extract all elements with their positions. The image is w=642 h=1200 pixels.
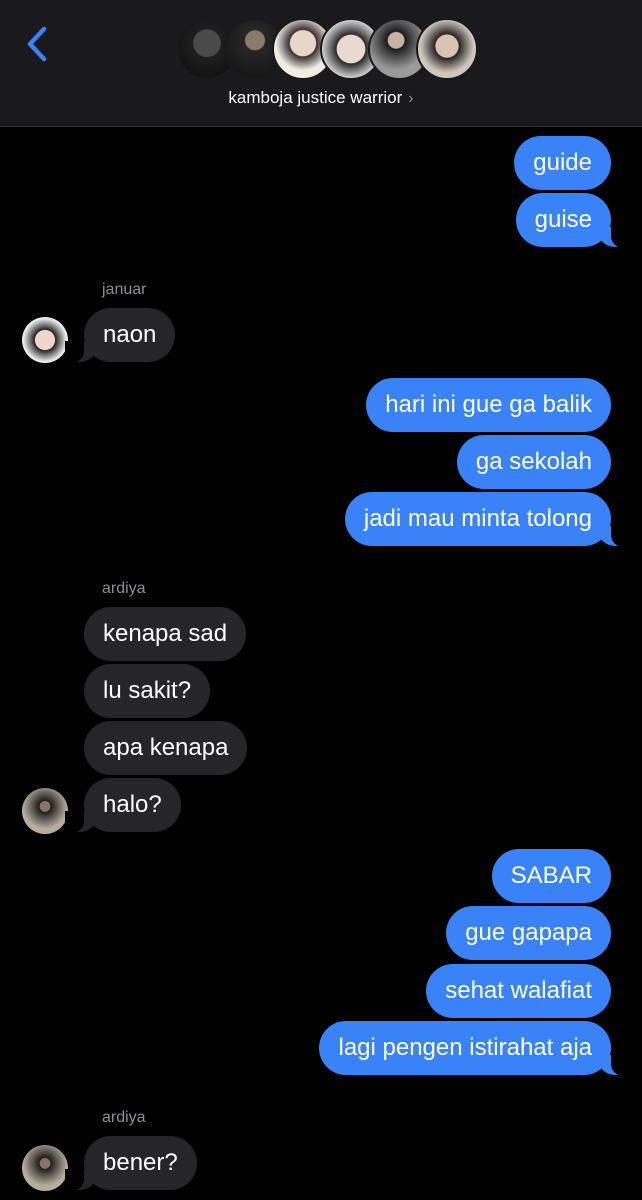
message-bubble-incoming[interactable]: apa kenapa [84, 721, 248, 775]
member-avatar [416, 18, 478, 80]
group-name: kamboja justice warrior [228, 88, 403, 107]
chevron-right-icon: › [408, 90, 414, 107]
message-bubble-outgoing[interactable]: sehat walafiat [426, 964, 611, 1018]
sender-avatar [22, 788, 68, 834]
message-bubble-outgoing[interactable]: guide [514, 136, 611, 190]
message-bubble-outgoing[interactable]: SABAR [491, 849, 611, 903]
message-bubble-incoming[interactable]: halo? [65, 778, 181, 833]
message-bubble-outgoing[interactable]: hari ini gue ga balik [366, 378, 611, 432]
sender-avatar [22, 1145, 68, 1191]
sender-name: ardiya [102, 1109, 146, 1126]
message-bubble-outgoing[interactable]: gue gapapa [446, 906, 611, 960]
message-bubble-outgoing[interactable]: jadi mau minta tolong [344, 492, 631, 547]
sender-name: ardiya [102, 580, 146, 597]
chat-header: kamboja justice warrior › [0, 0, 642, 127]
group-avatars[interactable] [176, 18, 478, 82]
message-bubble-outgoing[interactable]: lagi pengen istirahat aja [319, 1021, 630, 1076]
back-button[interactable] [22, 24, 52, 64]
sender-avatar [22, 317, 68, 363]
message-bubble-incoming[interactable]: lu sakit? [84, 664, 211, 718]
chevron-left-icon [27, 26, 47, 62]
message-bubble-outgoing[interactable]: guise [515, 193, 631, 248]
message-bubble-outgoing[interactable]: ga sekolah [456, 435, 611, 489]
message-bubble-incoming[interactable]: bener? [65, 1136, 197, 1191]
group-title-button[interactable]: kamboja justice warrior › [0, 88, 642, 108]
message-bubble-incoming[interactable]: naon [64, 308, 176, 363]
message-bubble-incoming[interactable]: kenapa sad [84, 607, 247, 661]
sender-name: januar [102, 281, 147, 298]
